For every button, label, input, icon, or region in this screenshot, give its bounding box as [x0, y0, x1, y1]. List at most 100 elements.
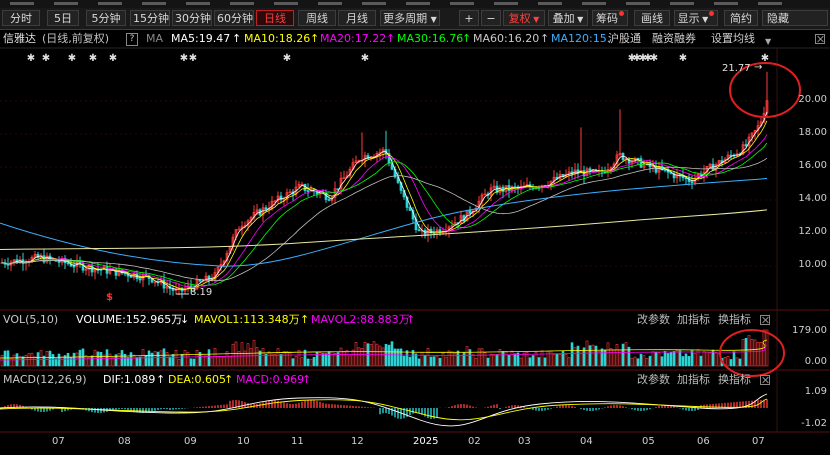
close-icon[interactable]	[760, 315, 770, 325]
volume-bar	[663, 351, 667, 367]
kline-candle	[744, 144, 748, 147]
dif-arrow-icon: ↑	[156, 373, 166, 386]
volume-tick-zero: 0.00	[804, 356, 827, 367]
close-icon[interactable]	[760, 375, 770, 385]
volume-bar	[381, 347, 385, 367]
change-params-button[interactable]: 改参数	[637, 312, 670, 327]
volume-bar	[681, 356, 685, 367]
volume-bar	[267, 351, 271, 367]
volume-bar	[246, 343, 250, 367]
volume-bar	[240, 342, 244, 367]
volume-bar	[33, 356, 37, 367]
volume-bar	[234, 341, 238, 367]
year-label: 2025	[413, 436, 439, 447]
switch-indicator-button[interactable]: 换指标	[718, 372, 751, 387]
volume-bar	[0, 354, 4, 367]
price-tick-12: 12.00	[798, 226, 827, 237]
kline-candle	[690, 181, 694, 183]
event-star-icon: ✱	[89, 53, 97, 64]
volume-bar	[501, 351, 505, 367]
macd-tick-max: 1.09	[804, 386, 827, 397]
volume-bar	[315, 351, 319, 367]
volume-bar	[405, 350, 409, 367]
ma-line	[1, 111, 768, 290]
volume-bar	[735, 357, 739, 367]
volume-bar	[738, 358, 742, 367]
kline-candle	[408, 207, 412, 211]
volume-bar	[72, 352, 76, 367]
volume-bar	[411, 350, 415, 367]
add-indicator-button[interactable]: 加指标	[677, 372, 710, 387]
switch-indicator-button[interactable]: 换指标	[718, 312, 751, 327]
volume-bar	[60, 356, 64, 367]
volume-bar	[759, 342, 763, 367]
volume-bar	[552, 354, 556, 367]
event-star-icon: ✱	[283, 53, 291, 64]
volume-bar	[756, 342, 760, 367]
volume-bar	[447, 350, 451, 367]
volume-bar	[732, 351, 736, 367]
high-price-label: 21.77	[722, 63, 751, 74]
volume-bar	[129, 352, 133, 367]
volume-bar	[417, 358, 421, 367]
volume-bar	[687, 356, 691, 367]
volume-bar	[75, 352, 79, 367]
volume-bar	[66, 352, 70, 367]
volume-bar	[57, 353, 61, 367]
macd-label: MACD(12,26,9)	[3, 373, 87, 386]
month-label: 09	[184, 436, 197, 447]
volume-bar	[459, 354, 463, 367]
kline-candle	[327, 199, 331, 201]
add-indicator-button[interactable]: 加指标	[677, 312, 710, 327]
volume-bar	[387, 344, 391, 367]
volume-bar	[93, 349, 97, 367]
event-star-icon: ✱	[679, 53, 687, 64]
price-tick-20: 20.00	[798, 94, 827, 105]
month-label: 02	[468, 436, 481, 447]
volume-bar	[660, 356, 664, 367]
kline-candle	[123, 272, 127, 275]
change-params-button[interactable]: 改参数	[637, 372, 670, 387]
volume-bar	[273, 354, 277, 367]
volume-bar	[390, 341, 394, 367]
volume-bar	[702, 351, 706, 367]
volume-bar	[564, 353, 568, 367]
volume-bar	[438, 357, 442, 367]
volume-tick-max: 179.00	[792, 325, 827, 336]
dea-value: DEA:0.605	[168, 373, 226, 386]
kline-candle	[264, 207, 268, 210]
kline-candle	[66, 262, 70, 265]
volume-bar	[24, 354, 28, 367]
volume-bar	[684, 353, 688, 367]
kline-candle	[303, 183, 307, 191]
volume-bar	[264, 353, 268, 367]
volume-bar	[294, 356, 298, 367]
volume-bar	[150, 352, 154, 367]
volume-bar	[432, 356, 436, 367]
volume-bar	[213, 348, 217, 367]
kline-candle	[72, 265, 76, 268]
event-star-icon: ✱	[180, 53, 188, 64]
volume-bar	[51, 354, 55, 367]
volume-bar	[288, 351, 292, 367]
event-star-icon: ✱	[42, 53, 50, 64]
volume-bar	[108, 353, 112, 367]
mavol2-value: MAVOL2:88.883万	[311, 313, 410, 326]
ma120-line	[0, 178, 768, 267]
month-label: 04	[580, 436, 593, 447]
volume-bar	[3, 350, 7, 367]
volume-bar	[171, 354, 175, 367]
month-label: 07	[752, 436, 765, 447]
volume-bar	[339, 347, 343, 367]
volume-bar	[705, 351, 709, 367]
volume-bar	[648, 355, 652, 367]
volume-bar	[333, 353, 337, 367]
price-tick-18: 18.00	[798, 127, 827, 138]
volume-bar	[489, 353, 493, 367]
volume-bar	[81, 348, 85, 367]
volume-bar	[279, 354, 283, 367]
volume-bar	[117, 353, 121, 367]
volume-bar	[471, 354, 475, 367]
volume-bar	[219, 356, 223, 367]
month-label: 08	[118, 436, 131, 447]
